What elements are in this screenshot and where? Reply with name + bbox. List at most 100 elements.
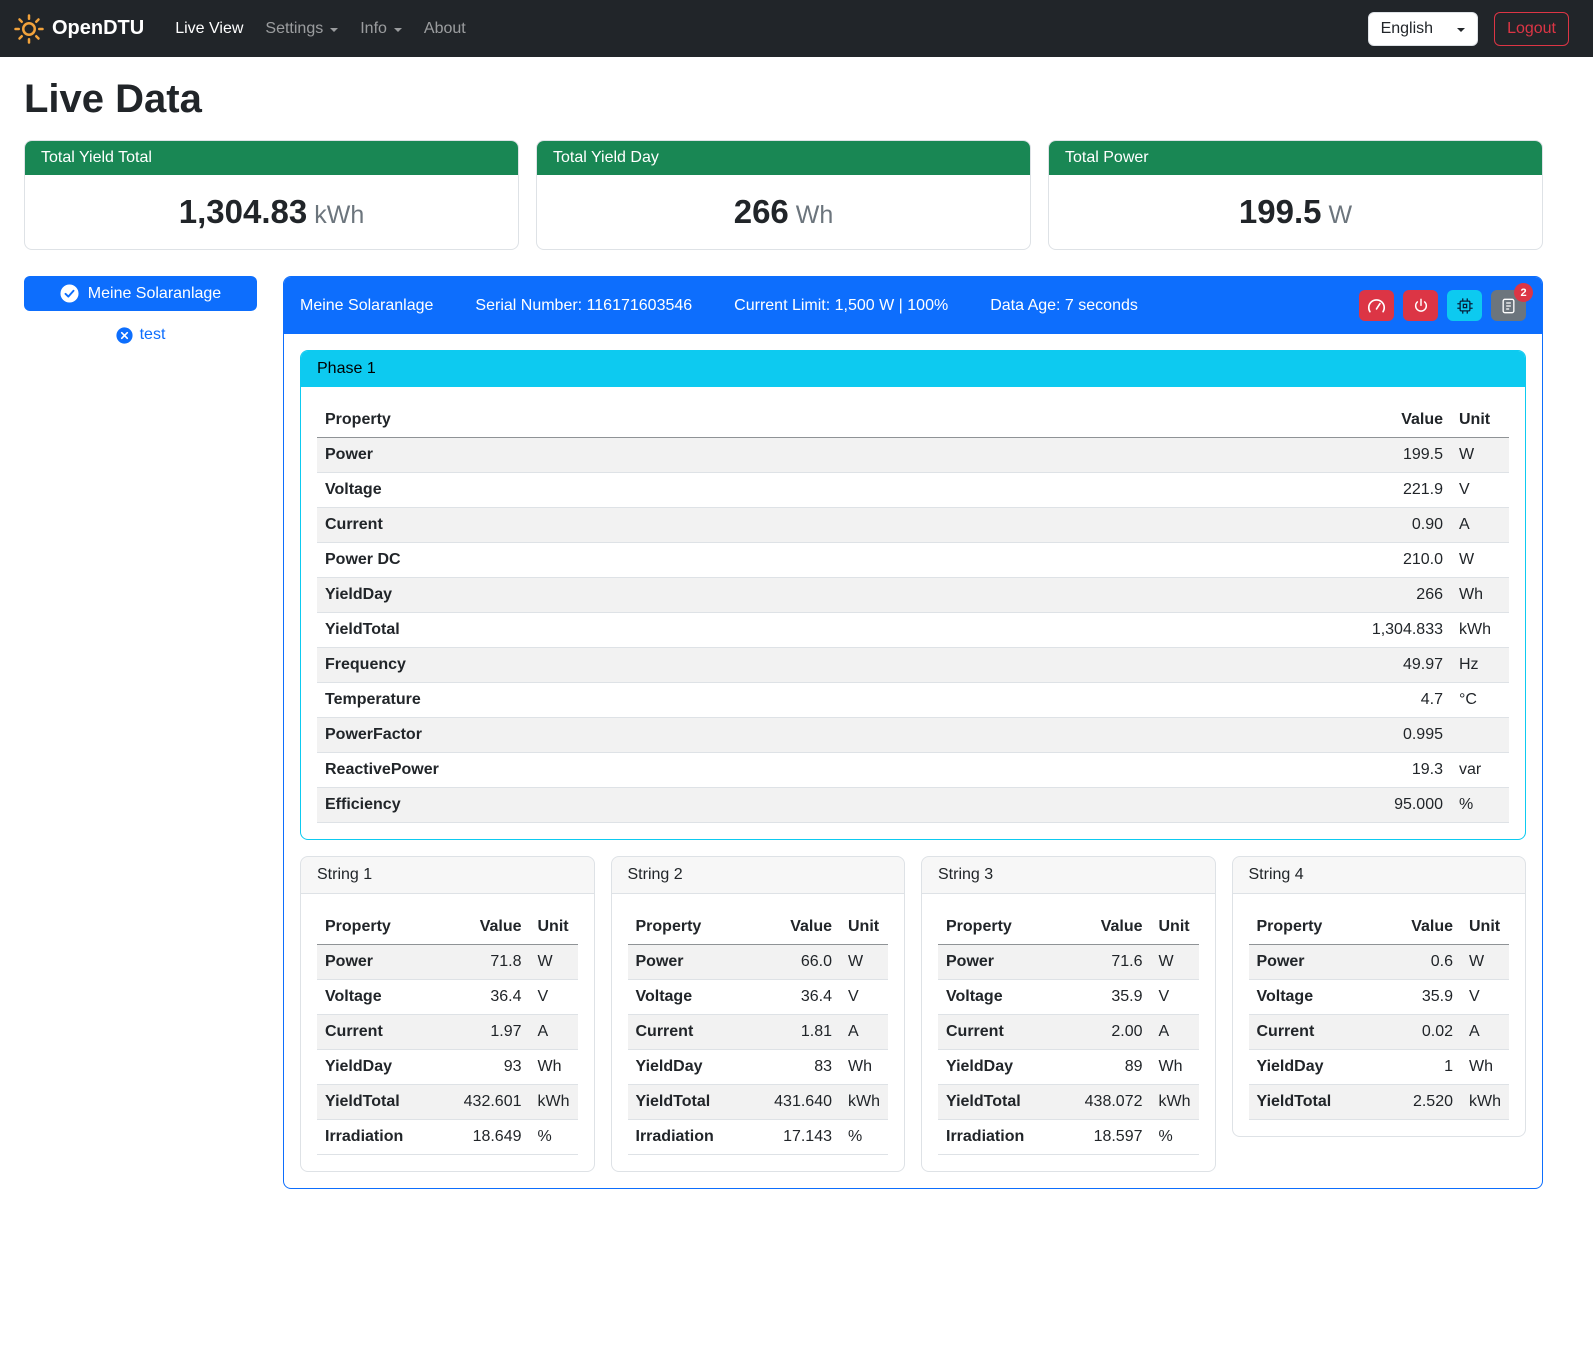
event-count-badge: 2 — [1514, 283, 1533, 302]
power-button[interactable] — [1403, 290, 1438, 321]
property-unit: Hz — [1451, 648, 1509, 683]
property-value: 2.520 — [1378, 1085, 1461, 1120]
property-value: 4.7 — [995, 683, 1451, 718]
property-unit: Wh — [530, 1050, 578, 1085]
journal-list-icon — [1501, 298, 1516, 314]
column-unit: Unit — [530, 910, 578, 945]
phase-table: Property Value Unit Power 199.5 — [317, 403, 1509, 823]
property-name: Irradiation — [628, 1120, 747, 1155]
property-name: YieldTotal — [1249, 1085, 1379, 1120]
event-log-button[interactable]: 2 — [1491, 290, 1526, 321]
nav-settings-label: Settings — [265, 20, 323, 38]
property-unit: W — [530, 945, 578, 980]
property-value: 438.072 — [1057, 1085, 1150, 1120]
property-name: YieldTotal — [317, 1085, 436, 1120]
inverter-button-meine-solaranlage[interactable]: Meine Solaranlage — [24, 276, 257, 311]
check-circle-icon — [60, 284, 79, 303]
string-table: Property Value Unit Power — [1249, 910, 1510, 1120]
inverter-actions: 2 — [1359, 290, 1526, 321]
property-name: YieldDay — [317, 1050, 436, 1085]
property-unit: Wh — [1461, 1050, 1509, 1085]
property-unit: W — [1151, 945, 1199, 980]
nav-info[interactable]: Info — [349, 12, 413, 46]
property-value: 36.4 — [436, 980, 529, 1015]
navbar: OpenDTU Live View Settings Info About En… — [0, 0, 1593, 57]
property-unit: A — [1451, 508, 1509, 543]
property-name: YieldTotal — [938, 1085, 1057, 1120]
string-table-row: Voltage 35.9 V — [1249, 980, 1510, 1015]
property-value: 0.995 — [995, 718, 1451, 753]
summary-card: Total Power 199.5W — [1048, 140, 1543, 250]
language-select-value: English — [1381, 20, 1433, 38]
property-value: 36.4 — [747, 980, 840, 1015]
property-name: Current — [938, 1015, 1057, 1050]
property-name: YieldTotal — [628, 1085, 747, 1120]
phase-table-row: Power DC 210.0 W — [317, 543, 1509, 578]
inverter-list: Meine Solaranlage test — [24, 276, 257, 344]
property-name: Voltage — [317, 980, 436, 1015]
summary-card-title: Total Yield Day — [537, 141, 1030, 175]
property-value: 221.9 — [995, 473, 1451, 508]
summary-card-title: Total Power — [1049, 141, 1542, 175]
strings-row: String 1 Property Value Unit — [300, 856, 1526, 1172]
brand-name: OpenDTU — [52, 17, 144, 40]
property-name: Frequency — [317, 648, 995, 683]
inverter-button-label: Meine Solaranlage — [88, 285, 221, 303]
string-table-row: Current 2.00 A — [938, 1015, 1199, 1050]
property-name: Voltage — [628, 980, 747, 1015]
property-value: 18.597 — [1057, 1120, 1150, 1155]
property-unit: °C — [1451, 683, 1509, 718]
cpu-chip-icon — [1456, 297, 1474, 315]
property-value: 1 — [1378, 1050, 1461, 1085]
nav-live-view[interactable]: Live View — [164, 12, 254, 46]
device-info-button[interactable] — [1447, 290, 1482, 321]
property-value: 432.601 — [436, 1085, 529, 1120]
column-value: Value — [1378, 910, 1461, 945]
brand-logo[interactable]: OpenDTU — [14, 14, 144, 44]
column-value: Value — [436, 910, 529, 945]
property-name: Current — [317, 1015, 436, 1050]
language-select[interactable]: English — [1368, 12, 1478, 46]
column-unit: Unit — [1451, 403, 1509, 438]
property-unit: V — [1151, 980, 1199, 1015]
nav-about[interactable]: About — [413, 12, 477, 46]
inverter-name: Meine Solaranlage — [300, 297, 433, 315]
property-unit: kWh — [840, 1085, 888, 1120]
property-value: 35.9 — [1378, 980, 1461, 1015]
property-value: 1.81 — [747, 1015, 840, 1050]
column-property: Property — [317, 403, 995, 438]
string-table-row: Irradiation 17.143 % — [628, 1120, 889, 1155]
property-value: 71.8 — [436, 945, 529, 980]
property-unit: W — [1451, 543, 1509, 578]
property-name: YieldDay — [938, 1050, 1057, 1085]
property-unit: V — [1461, 980, 1509, 1015]
property-unit: kWh — [1461, 1085, 1509, 1120]
string-table-row: YieldDay 83 Wh — [628, 1050, 889, 1085]
property-name: Efficiency — [317, 788, 995, 823]
inverter-card: Meine Solaranlage Serial Number: 1161716… — [283, 276, 1543, 1189]
property-name: Temperature — [317, 683, 995, 718]
logout-button[interactable]: Logout — [1494, 12, 1569, 46]
property-name: PowerFactor — [317, 718, 995, 753]
phase-table-row: PowerFactor 0.995 — [317, 718, 1509, 753]
limit-settings-button[interactable] — [1359, 290, 1394, 321]
property-value: 0.02 — [1378, 1015, 1461, 1050]
column-unit: Unit — [1461, 910, 1509, 945]
inverter-button-test[interactable]: test — [24, 326, 257, 344]
property-value: 71.6 — [1057, 945, 1150, 980]
string-table-row: Irradiation 18.649 % — [317, 1120, 578, 1155]
string-table-row: Current 0.02 A — [1249, 1015, 1510, 1050]
property-name: Irradiation — [938, 1120, 1057, 1155]
phase-table-row: Current 0.90 A — [317, 508, 1509, 543]
summary-card-value: 266 — [734, 193, 789, 230]
property-name: Irradiation — [317, 1120, 436, 1155]
string-card-title: String 4 — [1233, 857, 1526, 894]
property-value: 17.143 — [747, 1120, 840, 1155]
property-name: Current — [628, 1015, 747, 1050]
string-table-row: Power 71.6 W — [938, 945, 1199, 980]
nav-settings[interactable]: Settings — [254, 12, 349, 46]
x-circle-icon — [116, 327, 133, 344]
page-content: Live Data Total Yield Total 1,304.83kWh … — [0, 57, 1593, 1213]
caret-down-icon — [330, 28, 338, 32]
nav-info-label: Info — [360, 20, 387, 38]
